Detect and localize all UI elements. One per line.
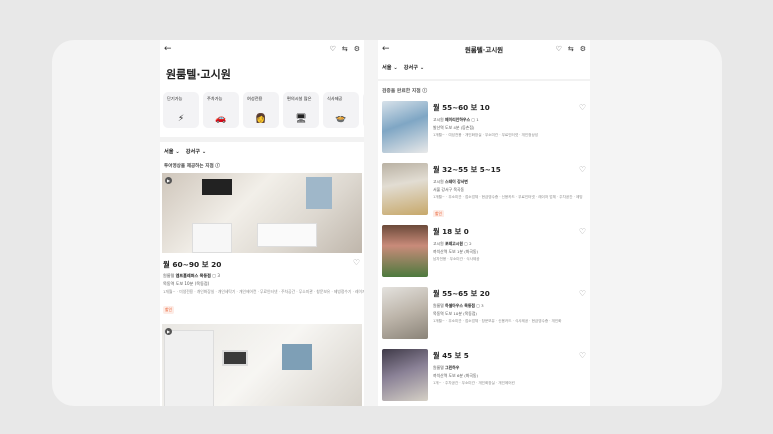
listing-location: 발산역 도보 4분 (등촌점)	[433, 125, 475, 130]
listing-price: 월 32~55 보 5~15	[433, 165, 501, 174]
heart-outline-icon[interactable]: ♡	[579, 351, 586, 360]
compare-icon[interactable]: ⇆	[568, 45, 574, 53]
page-title: 원룸텔·고시원	[166, 68, 231, 81]
listing-name: 스테이 강서변	[445, 179, 468, 184]
heart-outline-icon[interactable]: ♡	[579, 289, 586, 298]
monitor-icon: 🖥	[295, 114, 307, 124]
region-filters: 서울 ⌄ 강서구 ⌄	[378, 58, 590, 77]
listing-thumbnail	[382, 225, 428, 277]
listing-tags: 1개월~ · 여성전용 · 개인화장실 · 무소미관 · 무료인터넷 · 개인정…	[433, 133, 539, 137]
listing-name-line: 원룸텔 엠프홈레퍼스 목동점 ▢ 3	[163, 273, 221, 278]
person-icon: 👩	[255, 114, 267, 124]
listing-thumbnail	[382, 349, 428, 401]
listing-price: 월 18 보 0	[433, 227, 469, 236]
heart-outline-icon[interactable]: ♡	[330, 45, 336, 53]
listing-tags: 남자전용 · 무소미관 · 식사제공	[433, 257, 480, 261]
heart-outline-icon[interactable]: ♡	[579, 227, 586, 236]
heart-outline-icon[interactable]: ♡	[579, 165, 586, 174]
listing-location: 목동역 도보 10분 (목동점)	[433, 311, 477, 316]
filter-icon[interactable]: ⚙	[580, 45, 586, 53]
back-arrow-icon[interactable]: ←	[164, 44, 172, 54]
category-short-term[interactable]: 단기가능 ⚡	[163, 92, 199, 128]
discount-badge: 할인	[163, 306, 174, 314]
preview-card: ← ♡ ⇆ ⚙ 원룸텔·고시원 단기가능 ⚡ 주차가능 🚗 여성전용 👩 편의시설 많…	[52, 40, 722, 406]
section-title: 투어영상을 제공하는 지점 ⓘ	[164, 164, 220, 169]
listing-photo[interactable]: ▶	[162, 173, 362, 253]
listing-location: 까치산역 도보 1분 (화곡동)	[433, 249, 479, 254]
category-women-only[interactable]: 여성전용 👩	[243, 92, 279, 128]
listing-price: 월 55~65 보 20	[433, 289, 490, 298]
city-filter[interactable]: 서울 ⌄	[382, 64, 398, 71]
listing-location: 목동역 도보 10분 (목동점)	[163, 281, 210, 286]
heart-outline-icon[interactable]: ♡	[556, 45, 562, 53]
city-filter[interactable]: 서울 ⌄	[164, 148, 180, 155]
heart-outline-icon[interactable]: ♡	[353, 258, 360, 267]
listing-location: 까치산역 도보 6분 (화곡동)	[433, 373, 479, 378]
listing-photo[interactable]: ▶	[162, 324, 362, 406]
listing-tags: 1개월~ · 미생전용 · 개인화장실 · 개인세탁기 · 개인에어컨 · 무료…	[163, 289, 364, 294]
listing-location: 서울 강서구 목곡동	[433, 187, 465, 192]
listing-name: 하셀아우스 목동점	[445, 303, 475, 308]
lightning-icon: ⚡	[177, 114, 185, 124]
right-phone-screen: ← 원룸텔·고시원 ♡ ⇆ ⚙ 서울 ⌄ 강서구 ⌄ 검증을 완료한 지점 ⓘ …	[378, 40, 590, 406]
compare-icon[interactable]: ⇆	[342, 45, 348, 53]
top-bar: ← ♡ ⇆ ⚙	[160, 40, 364, 58]
heart-outline-icon[interactable]: ♡	[579, 103, 586, 112]
listing-thumbnail	[382, 163, 428, 215]
district-filter[interactable]: 강서구 ⌄	[186, 148, 206, 155]
listing-tags: 1개월~ · 무소미관 · 접소업체 · 창문보유 · 신용카드 · 식사제공 …	[433, 319, 562, 323]
car-icon: 🚗	[215, 114, 227, 124]
listing-tags: 1개~ · 주차공간 · 무소미관 · 개인화장실 · 개인에어컨	[433, 381, 515, 385]
review-count: ▢ 3	[212, 273, 221, 278]
category-row: 단기가능⚡ 주차가능🚗 여성전용👩 편의시설 많은🖥 식사제공🍲 전	[160, 88, 364, 132]
list-item[interactable]: 월 55~65 보 20 원룸텔 하셀아우스 목동점 ▢ 3 목동역 도보 10…	[378, 283, 590, 345]
play-icon[interactable]: ▶	[165, 328, 172, 335]
listing-tags: 1개월~ · 무소미관 · 접소업체 · 현금영수증 · 신용카드 · 무료인터…	[433, 195, 583, 199]
listing-price: 월 60~90 보 20 ♡	[163, 258, 360, 269]
list-item[interactable]: 월 55~60 보 10 고시원 메이리안하우스 ▢ 1 발산역 도보 4분 (…	[378, 97, 590, 159]
category-meals[interactable]: 식사제공 🍲	[323, 92, 359, 128]
listing-name: 포레고시원	[445, 241, 463, 246]
list-header: 검증을 완료한 지점 ⓘ	[382, 89, 428, 94]
filter-icon[interactable]: ⚙	[354, 45, 360, 53]
category-facilities[interactable]: 편의시설 많은 🖥	[283, 92, 319, 128]
region-filters: 서울 ⌄ 강서구 ⌄	[160, 142, 364, 161]
listing-thumbnail	[382, 101, 428, 153]
category-parking[interactable]: 주차가능 🚗	[203, 92, 239, 128]
review-count: ▢ 2	[464, 241, 472, 246]
top-bar: ← 원룸텔·고시원 ♡ ⇆ ⚙	[378, 40, 590, 58]
listing-price: 월 55~60 보 10	[433, 103, 490, 112]
listing-thumbnail	[382, 287, 428, 339]
district-filter[interactable]: 강서구 ⌄	[404, 64, 424, 71]
review-count: ▢ 3	[476, 303, 484, 308]
list-item[interactable]: 월 45 보 5 원룸텔 그린하우 까치산역 도보 6분 (화곡동) 1개~ ·…	[378, 345, 590, 406]
review-count: ▢ 1	[471, 117, 479, 122]
category-more[interactable]: 전	[363, 92, 364, 128]
listing-price: 월 45 보 5	[433, 351, 469, 360]
meal-icon: 🍲	[335, 114, 347, 124]
play-icon[interactable]: ▶	[165, 177, 172, 184]
back-arrow-icon[interactable]: ←	[382, 44, 390, 54]
listing-name: 그린하우	[445, 365, 460, 370]
listing-name: 메이리안하우스	[445, 117, 471, 122]
list-item[interactable]: 월 32~55 보 5~15 고시원 스테이 강서변 서울 강서구 목곡동 1개…	[378, 159, 590, 221]
left-phone-screen: ← ♡ ⇆ ⚙ 원룸텔·고시원 단기가능 ⚡ 주차가능 🚗 여성전용 👩 편의시설 많…	[160, 40, 364, 406]
listing-name: 엠프홈레퍼스 목동점	[175, 273, 211, 278]
list-item[interactable]: 월 18 보 0 고시원 포레고시원 ▢ 2 까치산역 도보 1분 (화곡동) …	[378, 221, 590, 283]
discount-badge: 할인	[433, 210, 444, 217]
